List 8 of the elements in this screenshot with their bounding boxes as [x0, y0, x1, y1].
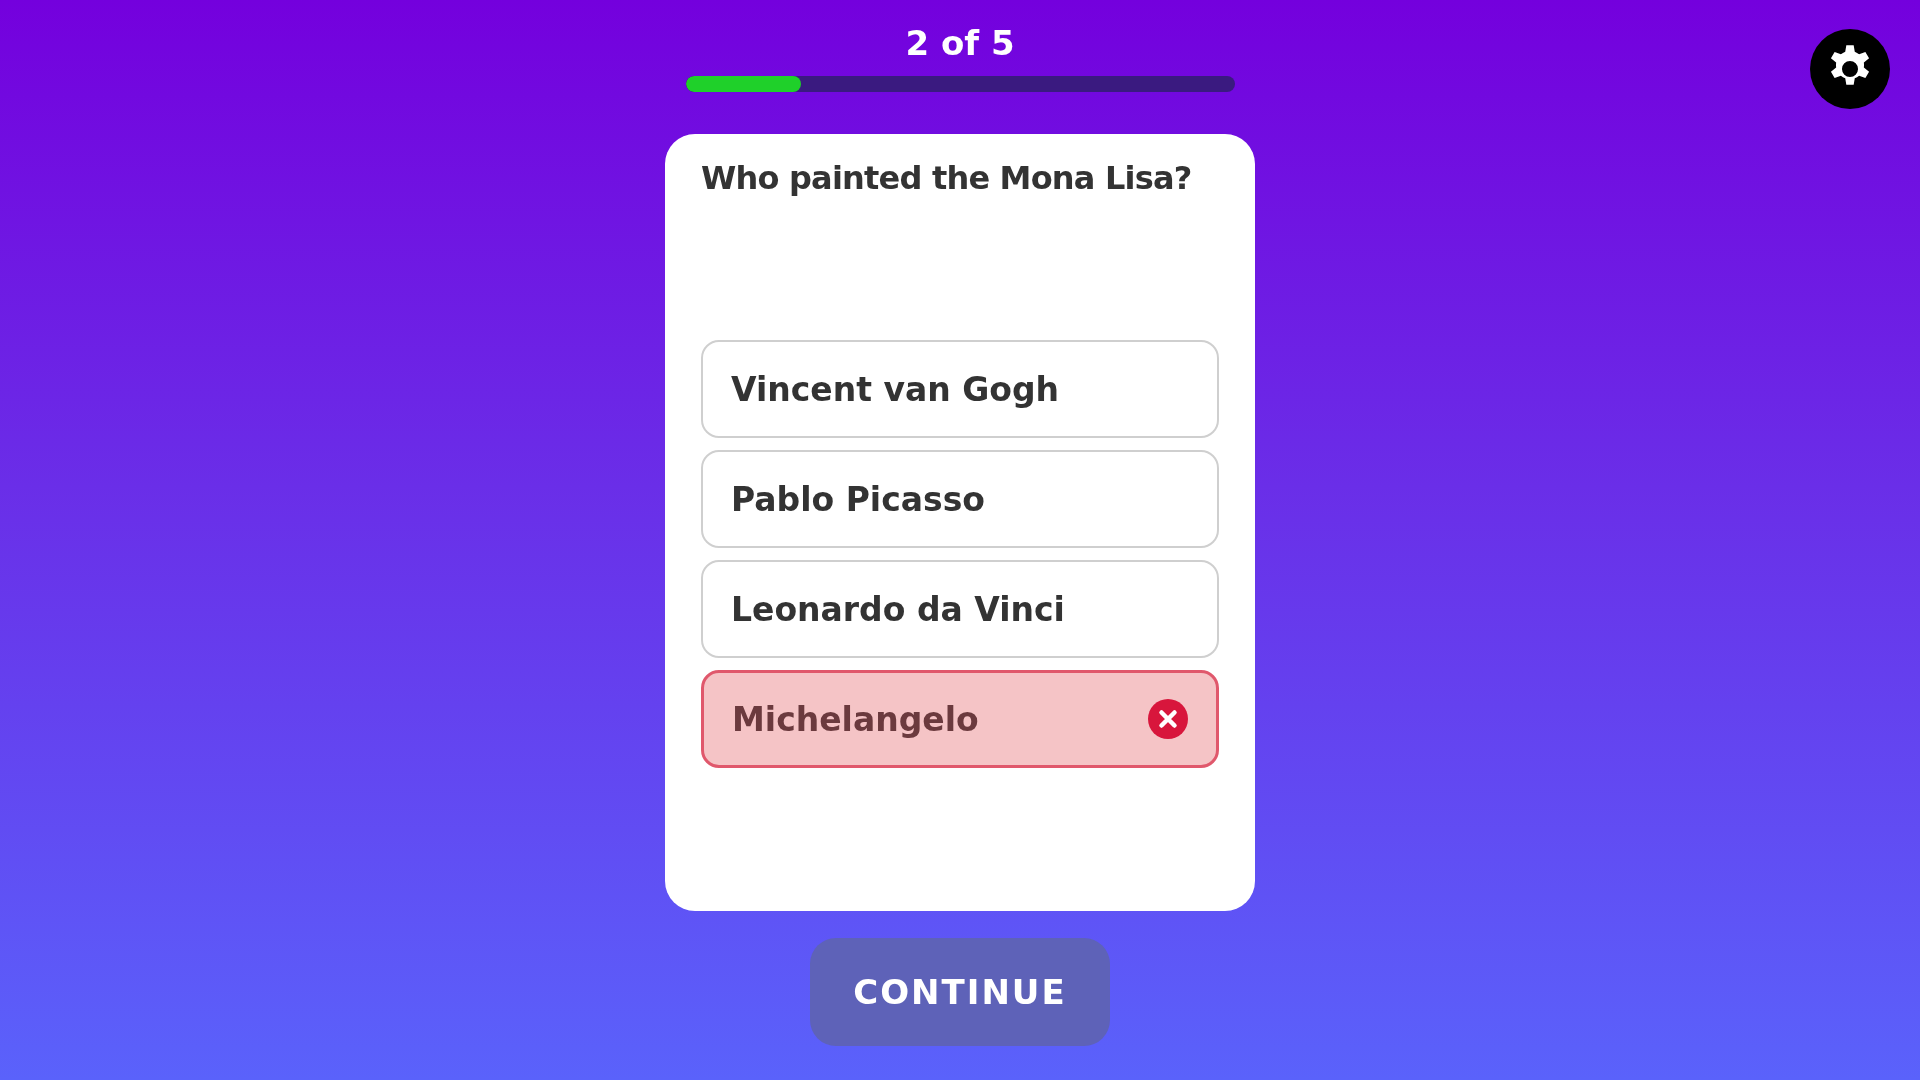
answer-option[interactable]: Pablo Picasso — [701, 450, 1219, 548]
close-icon — [1148, 699, 1188, 739]
answer-option[interactable]: Leonardo da Vinci — [701, 560, 1219, 658]
question-counter: 2 of 5 — [905, 22, 1015, 64]
answer-option[interactable]: Michelangelo — [701, 670, 1219, 768]
answer-option[interactable]: Vincent van Gogh — [701, 340, 1219, 438]
continue-button[interactable]: CONTINUE — [810, 938, 1110, 1046]
question-text: Who painted the Mona Lisa? — [701, 158, 1193, 198]
